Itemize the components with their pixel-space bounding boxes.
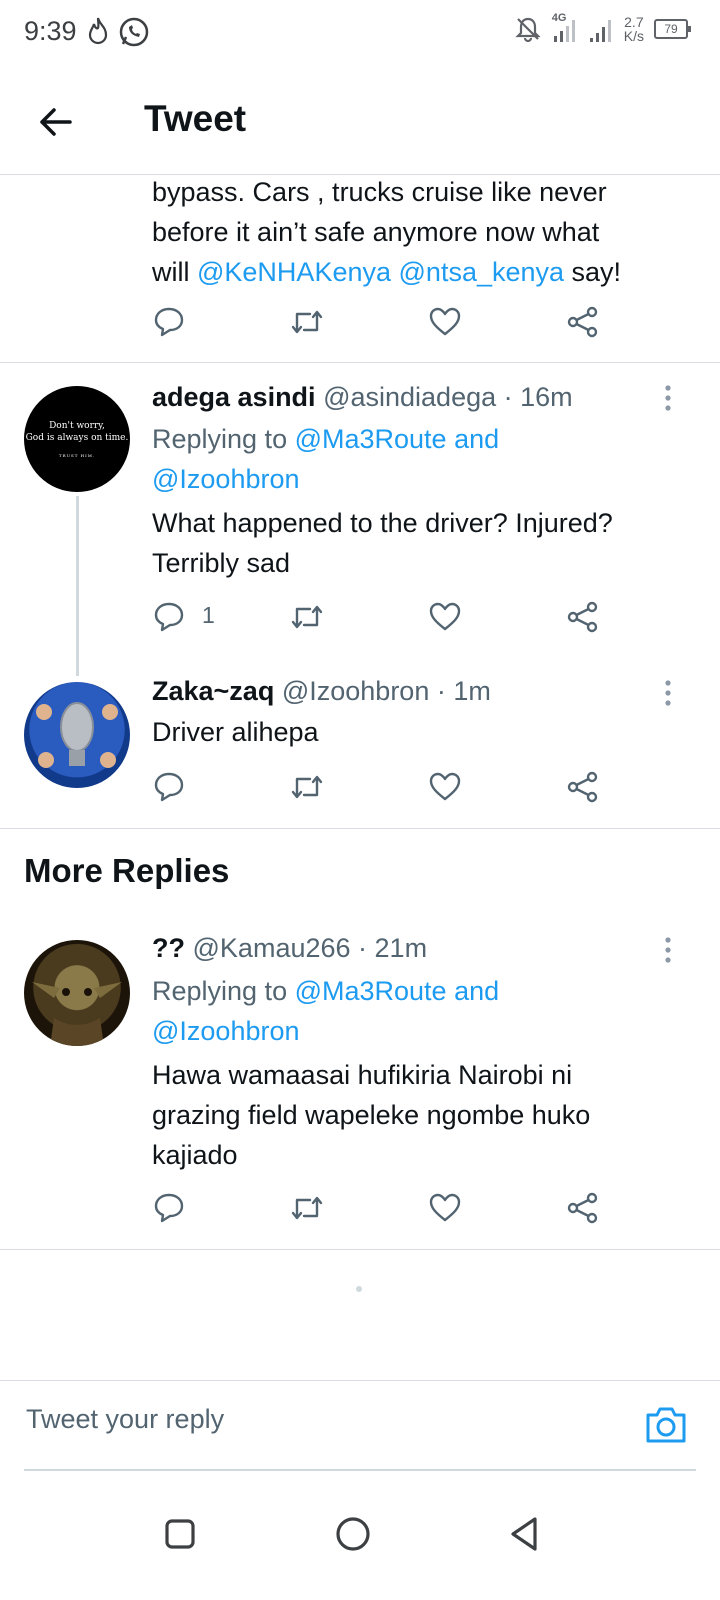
retweet-icon — [291, 775, 323, 799]
tweet-actions — [152, 770, 612, 810]
mention-link[interactable]: @Ma3Route and — [295, 424, 500, 454]
reply-button[interactable] — [152, 1191, 186, 1225]
retweet-button[interactable] — [290, 770, 324, 804]
timestamp: 21m — [374, 933, 428, 963]
more-replies-heading: More Replies — [24, 852, 230, 889]
like-icon — [429, 602, 461, 631]
trophy-image — [36, 702, 118, 768]
like-icon — [429, 307, 461, 336]
share-icon — [567, 1192, 598, 1224]
reply-input[interactable] — [24, 1403, 608, 1436]
reply-composer — [0, 1380, 720, 1471]
reply-button[interactable] — [152, 600, 186, 634]
retweet-icon — [291, 605, 323, 629]
more-icon[interactable] — [664, 384, 672, 412]
timestamp: 16m — [520, 382, 573, 412]
like-button[interactable] — [428, 1191, 462, 1225]
mention-link[interactable]: @Izoohbron — [152, 1016, 300, 1046]
home-icon[interactable] — [333, 1514, 373, 1554]
reply-button[interactable] — [152, 305, 186, 339]
reply-icon — [154, 772, 184, 802]
user-name[interactable]: adega asindi — [152, 382, 316, 412]
camera-icon[interactable] — [644, 1405, 688, 1445]
reply-header: ?? @Kamau266 · 21m — [152, 933, 428, 963]
timestamp: 1m — [453, 676, 491, 706]
share-button[interactable] — [566, 600, 600, 634]
mention-link[interactable]: @Ma3Route and — [295, 976, 500, 1006]
status-time: 9:39 — [24, 16, 77, 46]
page-title: Tweet — [144, 98, 247, 139]
battery-indicator: 79 — [654, 19, 691, 39]
retweet-button[interactable] — [290, 1191, 324, 1225]
more-icon[interactable] — [664, 679, 672, 707]
reply-text: What happened to the driver? Injured? Te… — [152, 508, 613, 578]
reply-button[interactable] — [152, 770, 186, 804]
more-icon[interactable] — [664, 936, 672, 964]
reply-count: 1 — [202, 602, 215, 628]
reply-header: Zaka~zaq @Izoohbron · 1m — [152, 676, 491, 706]
retweet-button[interactable] — [290, 305, 324, 339]
replying-to: Replying to @Ma3Route and @Izoohbron — [152, 976, 500, 1046]
signal-4g-icon: 4G — [552, 12, 578, 44]
network-speed: 2.7 K/s — [623, 14, 644, 44]
user-name[interactable]: ?? — [152, 933, 185, 963]
reply-text: Driver alihepa — [152, 717, 319, 747]
avatar[interactable]: Don't worry, God is always on time. TRUS… — [24, 386, 130, 492]
like-button[interactable] — [428, 770, 462, 804]
replying-to: Replying to @Ma3Route and @Izoohbron — [152, 424, 500, 494]
mention-link[interactable]: @Izoohbron — [152, 464, 300, 494]
avatar[interactable] — [24, 682, 130, 788]
like-icon — [429, 1193, 461, 1222]
like-icon — [429, 772, 461, 801]
retweet-icon — [291, 310, 323, 334]
thread-line — [76, 496, 79, 676]
status-bar: 9:39 4G 2.7 K/s 79 — [0, 0, 720, 66]
like-button[interactable] — [428, 600, 462, 634]
character-image — [32, 982, 122, 1046]
divider — [0, 362, 720, 363]
whatsapp-icon — [119, 17, 149, 47]
share-button[interactable] — [566, 305, 600, 339]
mute-bell-icon — [515, 17, 541, 43]
reply-header: adega asindi @asindiadega · 16m — [152, 382, 573, 412]
share-icon — [567, 601, 598, 633]
divider — [0, 1249, 720, 1250]
retweet-button[interactable] — [290, 600, 324, 634]
recent-apps-icon[interactable] — [160, 1514, 200, 1554]
back-arrow-icon[interactable] — [36, 102, 76, 142]
divider — [0, 828, 720, 829]
user-handle[interactable]: @Kamau266 — [193, 933, 351, 963]
retweet-icon — [291, 1196, 323, 1220]
tweet-actions: 1 — [152, 600, 612, 640]
like-button[interactable] — [428, 305, 462, 339]
mention-link[interactable]: @KeNHAKenya — [197, 257, 391, 287]
reply-icon — [154, 307, 184, 337]
share-button[interactable] — [566, 1191, 600, 1225]
signal-icon — [589, 20, 611, 42]
reply-icon — [154, 602, 184, 632]
user-handle[interactable]: @Izoohbron — [282, 676, 430, 706]
reply-text: Hawa wamaasai hufikiria Nairobi ni grazi… — [152, 1060, 591, 1170]
loading-indicator — [356, 1286, 362, 1292]
app-header: Tweet — [0, 66, 720, 175]
user-handle[interactable]: @asindiadega — [323, 382, 496, 412]
share-icon — [567, 771, 598, 803]
avatar[interactable] — [24, 940, 130, 1046]
user-name[interactable]: Zaka~zaq — [152, 676, 274, 706]
tweet-actions — [152, 305, 612, 345]
flame-app-icon — [88, 17, 108, 45]
tweet-text: bypass. Cars , trucks cruise like never … — [152, 177, 622, 287]
share-icon — [567, 306, 598, 338]
mention-link[interactable]: @ntsa_kenya — [399, 257, 565, 287]
system-nav-bar — [0, 1470, 720, 1600]
back-nav-icon[interactable] — [505, 1514, 545, 1554]
reply-icon — [154, 1193, 184, 1223]
tweet-actions — [152, 1191, 612, 1231]
share-button[interactable] — [566, 770, 600, 804]
